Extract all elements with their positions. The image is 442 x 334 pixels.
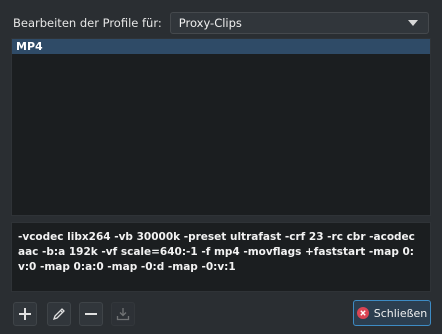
download-icon bbox=[116, 308, 130, 321]
profile-type-value: Proxy-Clips bbox=[178, 16, 242, 30]
add-profile-button[interactable] bbox=[13, 302, 37, 326]
edit-profile-button[interactable] bbox=[47, 302, 71, 326]
close-circle-icon bbox=[356, 307, 369, 319]
profile-command-text[interactable]: -vcodec libx264 -vb 30000k -preset ultra… bbox=[11, 222, 431, 292]
profile-dialog: Bearbeiten der Profile für: Proxy-Clips … bbox=[0, 0, 442, 334]
list-item-label: MP4 bbox=[16, 40, 43, 53]
pencil-icon bbox=[52, 308, 65, 321]
plus-icon bbox=[19, 308, 31, 320]
remove-profile-button[interactable] bbox=[79, 302, 103, 326]
list-item[interactable]: MP4 bbox=[12, 39, 430, 54]
profile-selector-label: Bearbeiten der Profile für: bbox=[13, 16, 162, 30]
chevron-down-icon bbox=[408, 20, 418, 26]
profile-list[interactable]: MP4 bbox=[11, 38, 431, 216]
profile-selector-row: Bearbeiten der Profile für: Proxy-Clips bbox=[13, 12, 429, 34]
minus-icon bbox=[85, 313, 97, 315]
close-button-label: Schließen bbox=[373, 306, 428, 320]
close-button[interactable]: Schließen bbox=[353, 300, 431, 326]
bottom-toolbar: Schließen bbox=[13, 300, 431, 326]
profile-type-combobox[interactable]: Proxy-Clips bbox=[169, 12, 429, 34]
download-profile-button[interactable] bbox=[111, 302, 135, 326]
